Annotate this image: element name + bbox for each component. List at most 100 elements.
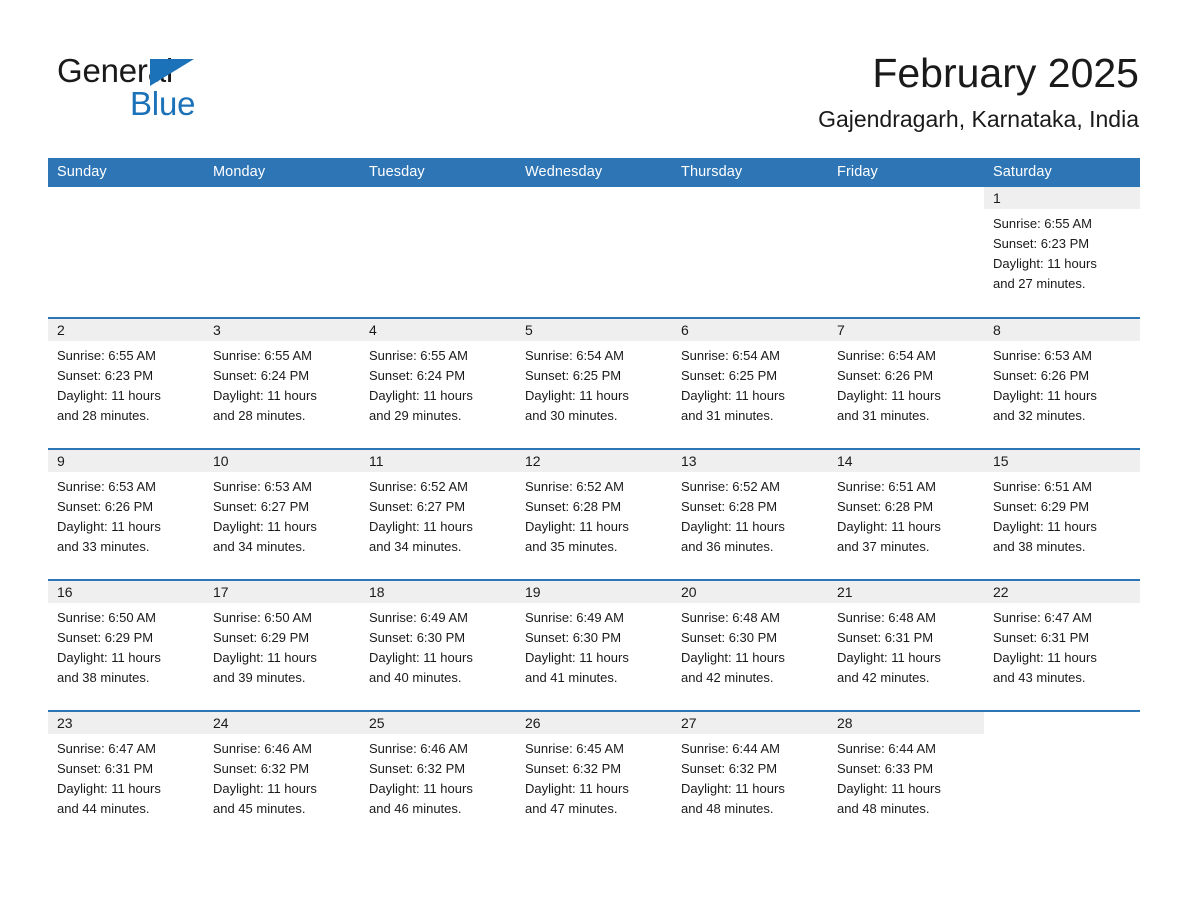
calendar-day-cell[interactable]: 7 Sunrise: 6:54 AM Sunset: 6:26 PM Daylight… [828, 319, 984, 448]
day-sun-info: Sunrise: 6:54 AM Sunset: 6:25 PM Daylight:… [672, 341, 828, 426]
daylight-text-line1: Daylight: 11 hours [369, 650, 473, 665]
day-number [672, 187, 828, 209]
page-subtitle-location: Gajendragarh, Karnataka, India [818, 106, 1139, 132]
day-number: 20 [672, 581, 828, 603]
daylight-text-line1: Daylight: 11 hours [993, 650, 1097, 665]
day-number [204, 187, 360, 209]
calendar-day-cell[interactable]: 22 Sunrise: 6:47 AM Sunset: 6:31 PM Dayligh… [984, 581, 1140, 710]
calendar-day-cell[interactable]: 16 Sunrise: 6:50 AM Sunset: 6:29 PM Dayligh… [48, 581, 204, 710]
daylight-text-line1: Daylight: 11 hours [993, 519, 1097, 534]
calendar-day-cell[interactable]: 4 Sunrise: 6:55 AM Sunset: 6:24 PM Daylight… [360, 319, 516, 448]
calendar-week-row: 23 Sunrise: 6:47 AM Sunset: 6:31 PM Dayligh… [48, 710, 1140, 841]
sunset-text: Sunset: 6:24 PM [213, 368, 310, 383]
calendar-day-cell[interactable]: 12 Sunrise: 6:52 AM Sunset: 6:28 PM Dayligh… [516, 450, 672, 579]
day-sun-info: Sunrise: 6:49 AM Sunset: 6:30 PM Daylight:… [360, 603, 516, 688]
daylight-text-line1: Daylight: 11 hours [681, 388, 785, 403]
calendar-day-cell[interactable]: 13 Sunrise: 6:52 AM Sunset: 6:28 PM Dayligh… [672, 450, 828, 579]
daylight-text-line1: Daylight: 11 hours [369, 388, 473, 403]
day-sun-info: Sunrise: 6:53 AM Sunset: 6:26 PM Daylight:… [48, 472, 204, 557]
sunset-text: Sunset: 6:30 PM [681, 630, 778, 645]
daylight-text-line1: Daylight: 11 hours [57, 519, 161, 534]
calendar-day-cell[interactable]: 26 Sunrise: 6:45 AM Sunset: 6:32 PM Dayligh… [516, 712, 672, 841]
calendar-day-cell[interactable]: 2 Sunrise: 6:55 AM Sunset: 6:23 PM Daylight… [48, 319, 204, 448]
calendar-day-cell[interactable]: 9 Sunrise: 6:53 AM Sunset: 6:26 PM Daylight… [48, 450, 204, 579]
week-cells: 9 Sunrise: 6:53 AM Sunset: 6:26 PM Daylight… [48, 450, 1140, 579]
day-number: 26 [516, 712, 672, 734]
daylight-text-line1: Daylight: 11 hours [57, 650, 161, 665]
sunrise-text: Sunrise: 6:46 AM [213, 741, 312, 756]
calendar-day-cell[interactable]: 11 Sunrise: 6:52 AM Sunset: 6:27 PM Dayligh… [360, 450, 516, 579]
sunset-text: Sunset: 6:25 PM [525, 368, 622, 383]
daylight-text-line2: and 46 minutes. [369, 801, 462, 816]
day-sun-info: Sunrise: 6:48 AM Sunset: 6:31 PM Daylight:… [828, 603, 984, 688]
calendar-day-cell-empty [204, 187, 360, 317]
day-number: 14 [828, 450, 984, 472]
logo-triangle-icon [150, 59, 194, 86]
sunset-text: Sunset: 6:31 PM [837, 630, 934, 645]
calendar-day-cell[interactable]: 25 Sunrise: 6:46 AM Sunset: 6:32 PM Dayligh… [360, 712, 516, 841]
daylight-text-line1: Daylight: 11 hours [837, 388, 941, 403]
calendar-day-cell[interactable]: 1 Sunrise: 6:55 AM Sunset: 6:23 PM Daylight… [984, 187, 1140, 317]
calendar-day-cell[interactable]: 15 Sunrise: 6:51 AM Sunset: 6:29 PM Dayligh… [984, 450, 1140, 579]
sunrise-text: Sunrise: 6:49 AM [525, 610, 624, 625]
sunset-text: Sunset: 6:29 PM [213, 630, 310, 645]
day-sun-info: Sunrise: 6:55 AM Sunset: 6:23 PM Daylight:… [984, 209, 1140, 294]
daylight-text-line2: and 42 minutes. [681, 670, 774, 685]
day-sun-info: Sunrise: 6:52 AM Sunset: 6:27 PM Daylight:… [360, 472, 516, 557]
week-cells: 2 Sunrise: 6:55 AM Sunset: 6:23 PM Daylight… [48, 319, 1140, 448]
daylight-text-line1: Daylight: 11 hours [369, 781, 473, 796]
calendar-day-cell[interactable]: 21 Sunrise: 6:48 AM Sunset: 6:31 PM Dayligh… [828, 581, 984, 710]
sunrise-text: Sunrise: 6:55 AM [369, 348, 468, 363]
day-sun-info: Sunrise: 6:45 AM Sunset: 6:32 PM Daylight:… [516, 734, 672, 819]
calendar-day-cell[interactable]: 8 Sunrise: 6:53 AM Sunset: 6:26 PM Daylight… [984, 319, 1140, 448]
calendar-day-cell[interactable]: 17 Sunrise: 6:50 AM Sunset: 6:29 PM Dayligh… [204, 581, 360, 710]
daylight-text-line1: Daylight: 11 hours [681, 781, 785, 796]
calendar-day-cell[interactable]: 19 Sunrise: 6:49 AM Sunset: 6:30 PM Dayligh… [516, 581, 672, 710]
sunrise-text: Sunrise: 6:51 AM [837, 479, 936, 494]
daylight-text-line2: and 38 minutes. [993, 539, 1086, 554]
sunset-text: Sunset: 6:26 PM [993, 368, 1090, 383]
weekday-header-monday: Monday [213, 164, 266, 180]
calendar-day-cell[interactable]: 24 Sunrise: 6:46 AM Sunset: 6:32 PM Dayligh… [204, 712, 360, 841]
sunset-text: Sunset: 6:27 PM [369, 499, 466, 514]
sunrise-text: Sunrise: 6:50 AM [213, 610, 312, 625]
sunrise-text: Sunrise: 6:48 AM [837, 610, 936, 625]
day-sun-info: Sunrise: 6:51 AM Sunset: 6:28 PM Daylight:… [828, 472, 984, 557]
sunrise-text: Sunrise: 6:47 AM [57, 741, 156, 756]
calendar-day-cell[interactable]: 5 Sunrise: 6:54 AM Sunset: 6:25 PM Daylight… [516, 319, 672, 448]
sunrise-text: Sunrise: 6:44 AM [681, 741, 780, 756]
calendar-day-cell[interactable]: 14 Sunrise: 6:51 AM Sunset: 6:28 PM Dayligh… [828, 450, 984, 579]
day-number: 25 [360, 712, 516, 734]
calendar-day-cell[interactable]: 28 Sunrise: 6:44 AM Sunset: 6:33 PM Dayligh… [828, 712, 984, 841]
daylight-text-line1: Daylight: 11 hours [993, 256, 1097, 271]
sunrise-text: Sunrise: 6:54 AM [681, 348, 780, 363]
daylight-text-line1: Daylight: 11 hours [681, 650, 785, 665]
sunset-text: Sunset: 6:26 PM [837, 368, 934, 383]
sunrise-text: Sunrise: 6:47 AM [993, 610, 1092, 625]
calendar-week-row: 1 Sunrise: 6:55 AM Sunset: 6:23 PM Daylight… [48, 187, 1140, 317]
sunrise-text: Sunrise: 6:49 AM [369, 610, 468, 625]
sunset-text: Sunset: 6:28 PM [681, 499, 778, 514]
daylight-text-line2: and 48 minutes. [681, 801, 774, 816]
weekday-header-saturday: Saturday [993, 164, 1052, 180]
calendar-day-cell[interactable]: 27 Sunrise: 6:44 AM Sunset: 6:32 PM Dayligh… [672, 712, 828, 841]
calendar-day-cell[interactable]: 23 Sunrise: 6:47 AM Sunset: 6:31 PM Dayligh… [48, 712, 204, 841]
calendar-week-row: 16 Sunrise: 6:50 AM Sunset: 6:29 PM Dayligh… [48, 579, 1140, 710]
day-number: 18 [360, 581, 516, 603]
sunset-text: Sunset: 6:32 PM [525, 761, 622, 776]
sunset-text: Sunset: 6:28 PM [525, 499, 622, 514]
daylight-text-line2: and 48 minutes. [837, 801, 930, 816]
daylight-text-line2: and 43 minutes. [993, 670, 1086, 685]
calendar-day-cell[interactable]: 3 Sunrise: 6:55 AM Sunset: 6:24 PM Daylight… [204, 319, 360, 448]
day-number: 11 [360, 450, 516, 472]
calendar-day-cell[interactable]: 6 Sunrise: 6:54 AM Sunset: 6:25 PM Daylight… [672, 319, 828, 448]
calendar-day-cell[interactable]: 10 Sunrise: 6:53 AM Sunset: 6:27 PM Dayligh… [204, 450, 360, 579]
daylight-text-line2: and 37 minutes. [837, 539, 930, 554]
calendar-day-cell[interactable]: 18 Sunrise: 6:49 AM Sunset: 6:30 PM Dayligh… [360, 581, 516, 710]
calendar-day-cell[interactable]: 20 Sunrise: 6:48 AM Sunset: 6:30 PM Dayligh… [672, 581, 828, 710]
day-number: 5 [516, 319, 672, 341]
daylight-text-line1: Daylight: 11 hours [525, 388, 629, 403]
sunrise-text: Sunrise: 6:54 AM [837, 348, 936, 363]
weekday-header-sunday: Sunday [57, 164, 107, 180]
day-sun-info: Sunrise: 6:52 AM Sunset: 6:28 PM Daylight:… [516, 472, 672, 557]
